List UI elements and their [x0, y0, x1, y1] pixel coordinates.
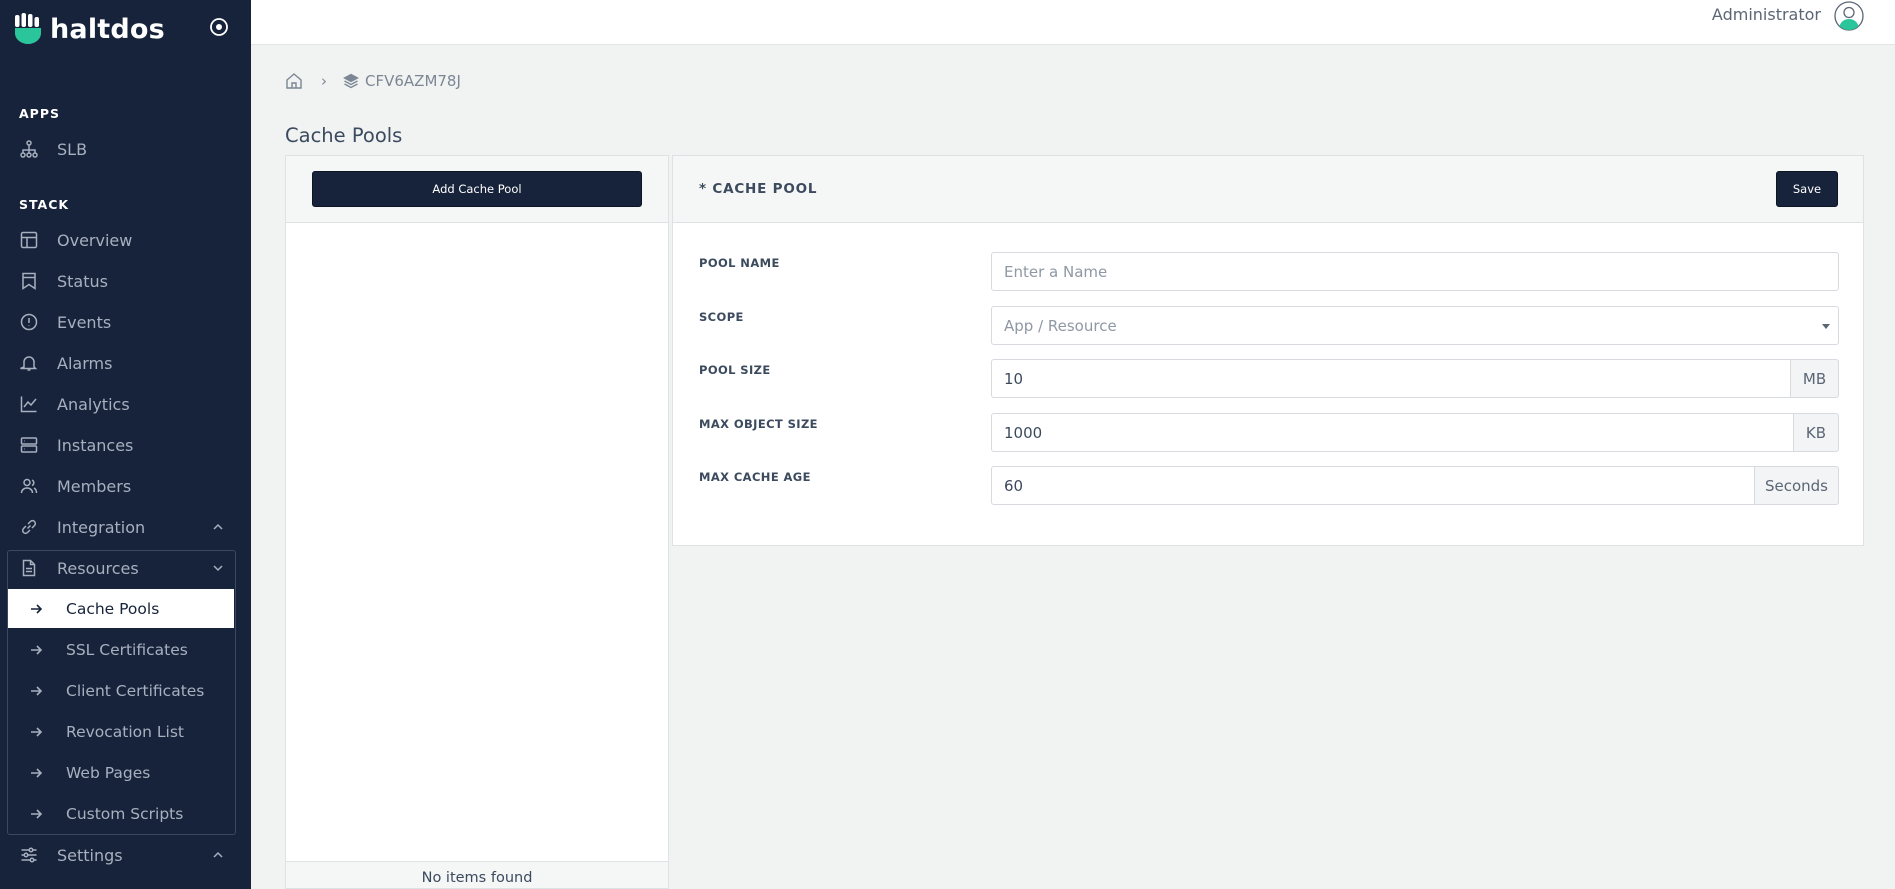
arrow-right-icon [30, 808, 44, 820]
pool-name-label: POOL NAME [699, 256, 780, 270]
sidebar-item-integration[interactable]: Integration [19, 507, 231, 547]
pool-name-input[interactable]: Enter a Name [991, 252, 1839, 291]
sidebar-item-label: Events [57, 312, 112, 332]
line-chart-icon [19, 394, 39, 414]
cache-pool-list-panel: Add Cache Pool No items found [285, 155, 669, 889]
empty-list-message: No items found [286, 861, 668, 888]
max-object-size-row: MAX OBJECT SIZE 1000 KB [699, 413, 1839, 452]
sidebar-item-label: Resources [57, 558, 139, 578]
sidebar-subitem-revocation-list[interactable]: Revocation List [8, 712, 234, 751]
pool-size-label: POOL SIZE [699, 363, 771, 377]
sidebar-item-instances[interactable]: Instances [19, 425, 231, 465]
sidebar-subitem-label: Custom Scripts [66, 804, 184, 823]
sidebar-item-label: Alarms [57, 353, 113, 373]
sliders-icon [19, 845, 39, 865]
sidebar-item-alarms[interactable]: Alarms [19, 343, 231, 383]
layers-icon [343, 73, 359, 89]
sidebar-item-overview[interactable]: Overview [19, 220, 231, 260]
sidebar-item-label: Status [57, 271, 108, 291]
add-cache-pool-button[interactable]: Add Cache Pool [312, 171, 642, 207]
sidebar-subitem-custom-scripts[interactable]: Custom Scripts [8, 794, 234, 833]
chevron-up-icon [211, 519, 225, 533]
sidebar-subitem-label: Web Pages [66, 763, 151, 782]
sidebar: haltdos APPS SLB STACK Overview Status E… [0, 0, 251, 889]
sidebar-item-label: Instances [57, 435, 134, 455]
pool-size-row: POOL SIZE 10 MB [699, 359, 1839, 398]
scope-select[interactable]: App / Resource [991, 306, 1839, 345]
max-cache-age-row: MAX CACHE AGE 60 Seconds [699, 466, 1839, 505]
brand-logo[interactable]: haltdos [14, 12, 165, 46]
sidebar-item-label: SLB [57, 139, 88, 159]
sidebar-item-label: Members [57, 476, 132, 496]
arrow-right-icon [30, 603, 44, 615]
top-bar: Administrator [251, 0, 1895, 45]
sidebar-subitem-label: Cache Pools [66, 599, 160, 618]
alert-circle-icon [19, 312, 39, 332]
arrow-right-icon [30, 644, 44, 656]
breadcrumb: › CFV6AZM78J [285, 72, 461, 90]
sidebar-item-events[interactable]: Events [19, 302, 231, 342]
pool-size-input[interactable]: 10 [991, 359, 1791, 398]
sidebar-subitem-cache-pools[interactable]: Cache Pools [8, 589, 234, 628]
form-title: * CACHE POOL [699, 181, 818, 197]
breadcrumb-separator: › [321, 72, 327, 90]
max-cache-age-label: MAX CACHE AGE [699, 470, 811, 484]
sidebar-item-analytics[interactable]: Analytics [19, 384, 231, 424]
chevron-down-icon [211, 560, 225, 574]
max-cache-age-unit: Seconds [1755, 466, 1839, 505]
pool-size-unit: MB [1791, 359, 1839, 398]
sidebar-item-settings[interactable]: Settings [19, 835, 231, 875]
arrow-right-icon [30, 685, 44, 697]
sidebar-subitem-label: Client Certificates [66, 681, 205, 700]
scope-row: SCOPE App / Resource [699, 306, 1839, 345]
sidebar-subitem-label: SSL Certificates [66, 640, 188, 659]
user-avatar-icon[interactable] [1834, 1, 1864, 31]
scope-select-value: App / Resource [1004, 316, 1117, 335]
save-button[interactable]: Save [1776, 171, 1838, 207]
sidebar-item-label: Integration [57, 517, 146, 537]
pool-name-row: POOL NAME Enter a Name [699, 252, 1839, 291]
file-icon [19, 558, 39, 578]
section-label-apps: APPS [19, 106, 60, 121]
sidebar-item-label: Overview [57, 230, 133, 250]
bookmark-icon [19, 271, 39, 291]
home-icon[interactable] [285, 72, 303, 90]
form-header: * CACHE POOL Save [673, 156, 1863, 223]
breadcrumb-stack-id[interactable]: CFV6AZM78J [365, 72, 461, 90]
sidebar-item-status[interactable]: Status [19, 261, 231, 301]
chevron-up-icon [211, 847, 225, 861]
max-object-size-input[interactable]: 1000 [991, 413, 1794, 452]
max-object-size-unit: KB [1794, 413, 1839, 452]
arrow-right-icon [30, 726, 44, 738]
sitemap-icon [19, 139, 39, 159]
sidebar-item-label: Settings [57, 845, 123, 865]
sidebar-item-label: Analytics [57, 394, 130, 414]
caret-down-icon [1822, 324, 1830, 329]
sidebar-item-members[interactable]: Members [19, 466, 231, 506]
haltdos-logo-icon [14, 13, 44, 45]
sidebar-subitem-ssl-certificates[interactable]: SSL Certificates [8, 630, 234, 669]
scope-label: SCOPE [699, 310, 744, 324]
max-object-size-label: MAX OBJECT SIZE [699, 417, 818, 431]
max-cache-age-input[interactable]: 60 [991, 466, 1755, 505]
cache-pool-form: * CACHE POOL Save POOL NAME Enter a Name… [672, 155, 1864, 546]
section-label-stack: STACK [19, 197, 70, 212]
arrow-right-icon [30, 767, 44, 779]
sidebar-subitem-label: Revocation List [66, 722, 184, 741]
sidebar-item-resources[interactable]: Resources [19, 548, 231, 588]
users-icon [19, 476, 39, 496]
bell-icon [19, 353, 39, 373]
user-name[interactable]: Administrator [1712, 5, 1821, 24]
layout-icon [19, 230, 39, 250]
sidebar-item-slb[interactable]: SLB [19, 129, 231, 169]
link-icon [19, 517, 39, 537]
sidebar-subitem-client-certificates[interactable]: Client Certificates [8, 671, 234, 710]
server-icon [19, 435, 39, 455]
page-title: Cache Pools [285, 124, 403, 147]
target-icon[interactable] [208, 16, 230, 38]
sidebar-subitem-web-pages[interactable]: Web Pages [8, 753, 234, 792]
list-header: Add Cache Pool [286, 156, 668, 223]
brand-name: haltdos [50, 13, 165, 45]
